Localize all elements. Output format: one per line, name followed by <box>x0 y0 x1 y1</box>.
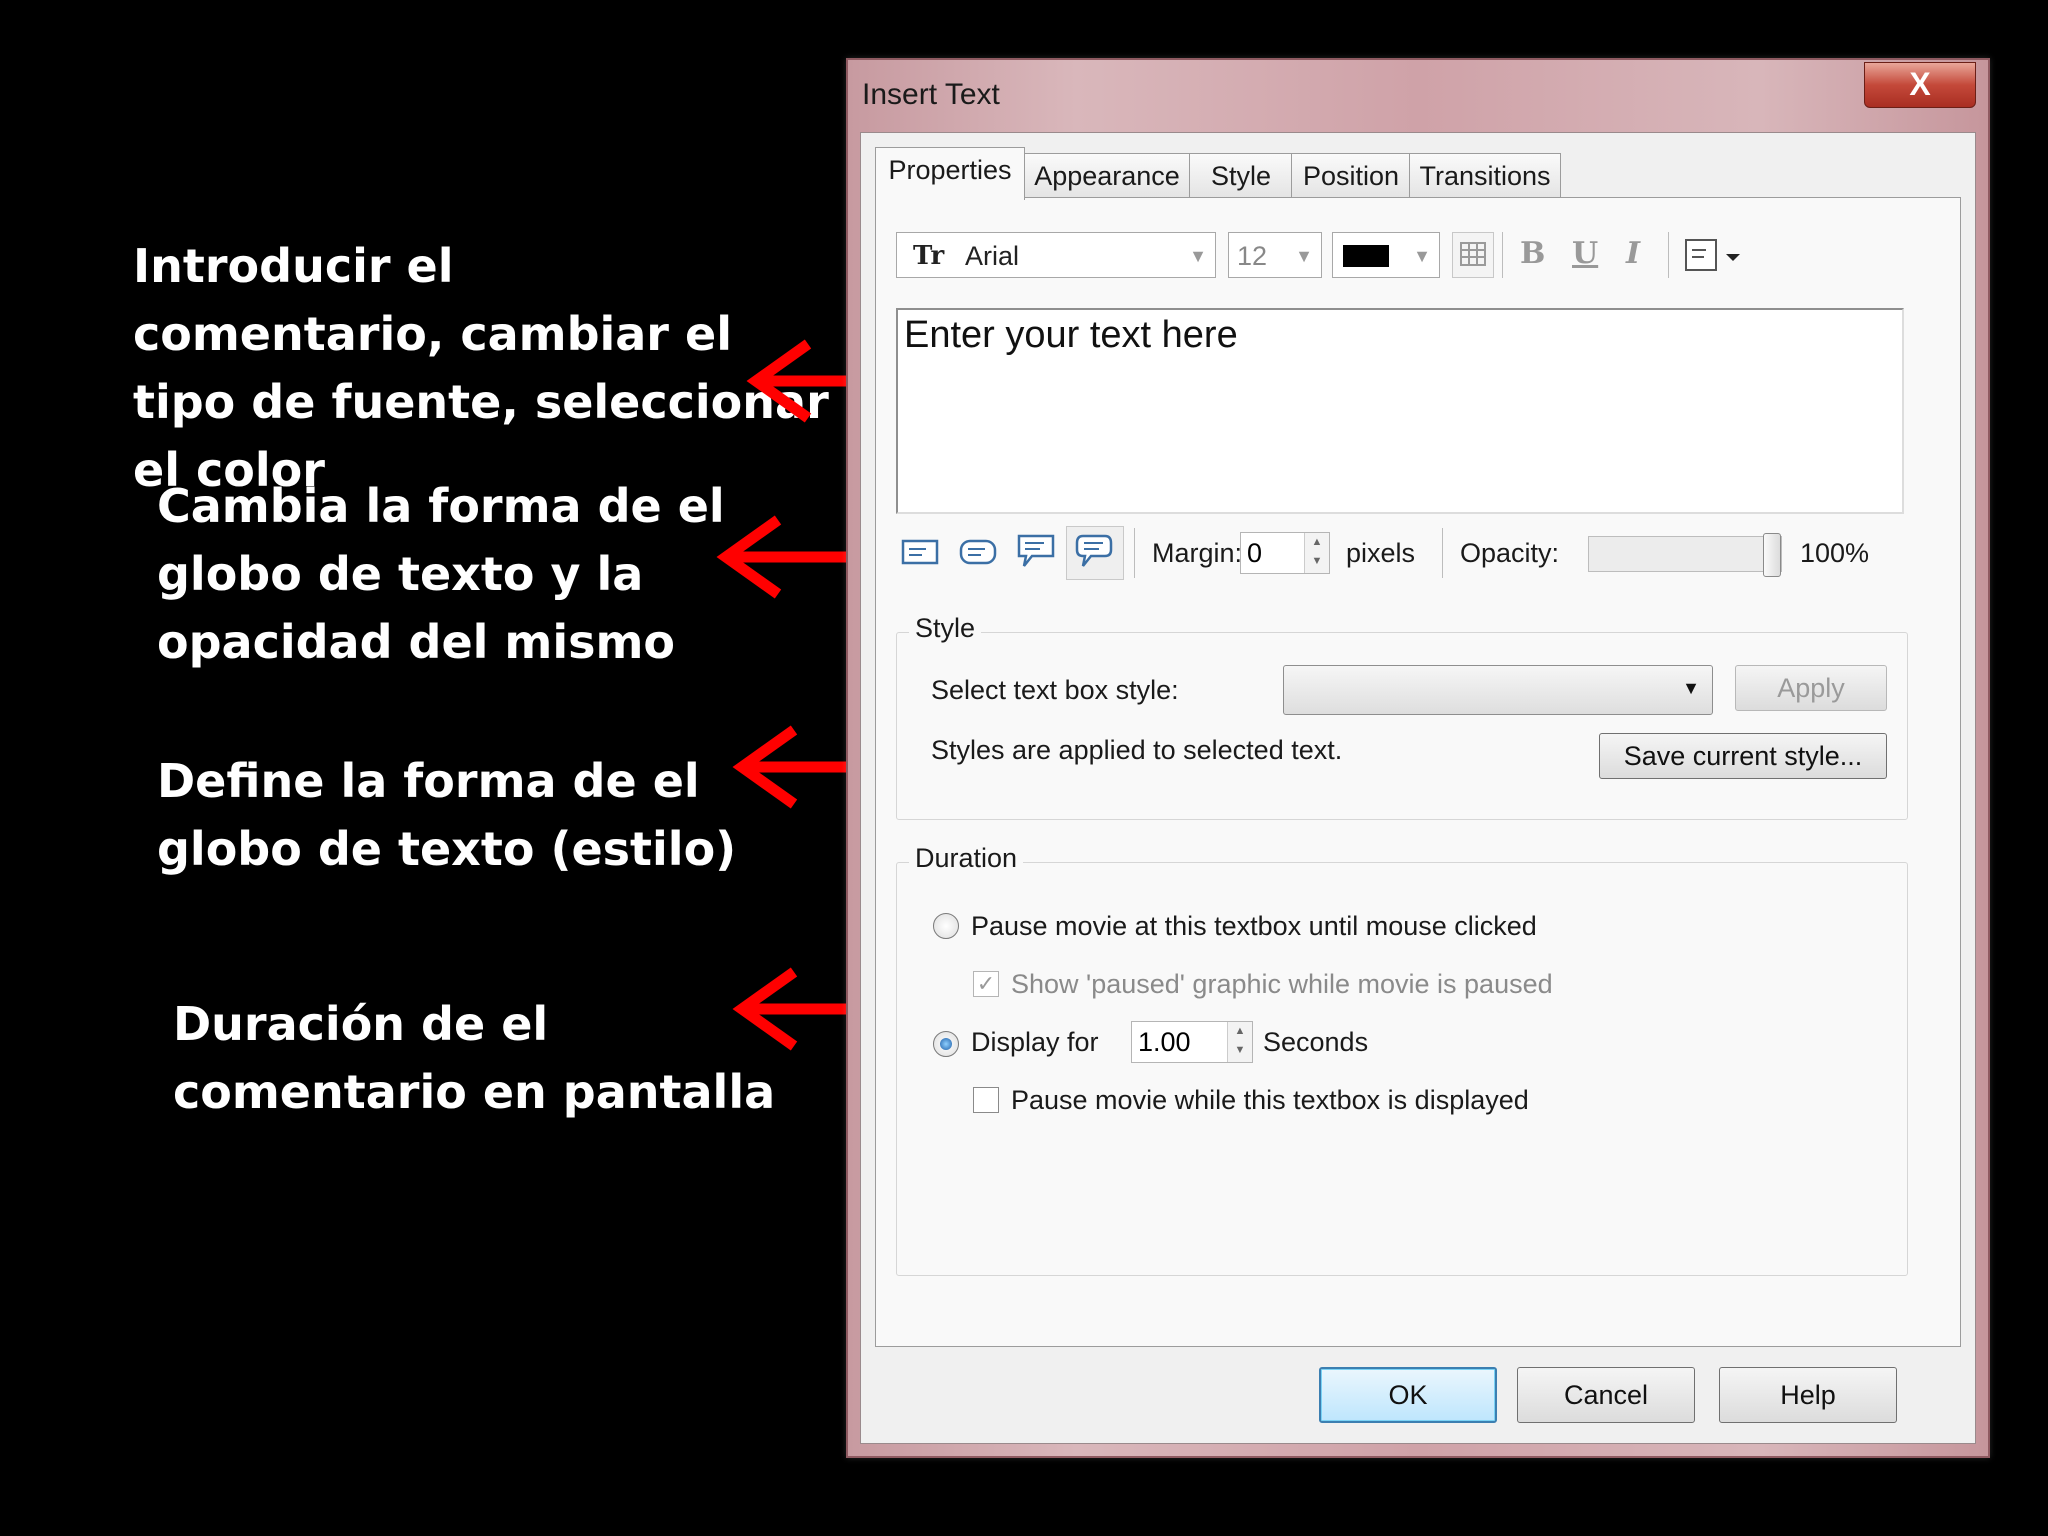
save-current-style-button[interactable]: Save current style... <box>1599 733 1887 779</box>
underline-icon[interactable]: U <box>1572 236 1598 271</box>
opacity-label: Opacity: <box>1460 538 1560 568</box>
text-box-style-select[interactable]: ▼ <box>1283 665 1713 715</box>
duration-group: Duration Pause movie at this textbox unt… <box>896 843 1908 1276</box>
color-swatch <box>1343 245 1389 267</box>
color-select[interactable]: ▼ <box>1332 232 1440 278</box>
pause-while-displayed-label: Pause movie while this textbox is displa… <box>1011 1085 1529 1115</box>
text-input-area[interactable]: Enter your text here <box>896 308 1904 514</box>
close-button[interactable]: X <box>1864 62 1976 108</box>
display-seconds-value: 1.00 <box>1138 1027 1191 1057</box>
dialog-client: Properties Appearance Style Position Tra… <box>860 132 1976 1444</box>
italic-icon[interactable]: I <box>1626 236 1640 271</box>
tab-properties[interactable]: Properties <box>875 147 1025 200</box>
ok-button[interactable]: OK <box>1319 1367 1497 1423</box>
rectangle-callout-icon[interactable] <box>900 536 940 570</box>
margin-value: 0 <box>1247 538 1263 568</box>
chevron-down-icon: ▼ <box>1413 246 1431 266</box>
font-select[interactable]: Tr Arial ▼ <box>896 232 1216 278</box>
pause-until-click-radio[interactable] <box>933 913 959 939</box>
font-name: Arial <box>965 241 1020 271</box>
opacity-slider[interactable] <box>1588 533 1782 577</box>
toolbar-divider <box>1668 232 1669 278</box>
rounded-speech-callout-icon[interactable] <box>1074 532 1114 572</box>
properties-panel: Tr Arial ▼ 12 ▼ ▼ B U I Enter your text … <box>875 197 1961 1347</box>
chevron-down-icon: ▼ <box>1189 246 1207 266</box>
style-note: Styles are applied to selected text. <box>931 735 1343 765</box>
spin-arrows-icon[interactable]: ▲ ▼ <box>1304 533 1329 573</box>
font-size-select[interactable]: 12 ▼ <box>1228 232 1322 278</box>
shape-divider <box>1442 528 1443 578</box>
opacity-value: 100% <box>1800 538 1870 568</box>
style-group-title: Style <box>909 613 982 644</box>
display-for-label: Display for <box>971 1027 1099 1057</box>
tab-position[interactable]: Position <box>1291 153 1411 198</box>
apply-button[interactable]: Apply <box>1735 665 1887 711</box>
show-paused-label: Show 'paused' graphic while movie is pau… <box>1011 969 1553 999</box>
dialog-title: Insert Text <box>862 78 1000 111</box>
style-group: Style Select text box style: ▼ Apply Sty… <box>896 613 1908 820</box>
annotation-style: Define la forma de el globo de texto (es… <box>157 754 737 876</box>
margin-stepper[interactable]: 0 ▲ ▼ <box>1240 532 1330 574</box>
help-button[interactable]: Help <box>1719 1367 1897 1423</box>
tab-transitions[interactable]: Transitions <box>1409 153 1561 198</box>
annotation-bubble-shape: Cambia la forma de el globo de texto y l… <box>157 479 725 669</box>
speech-callout-icon[interactable] <box>1016 532 1056 572</box>
select-style-label: Select text box style: <box>931 675 1179 705</box>
pause-until-click-label: Pause movie at this textbox until mouse … <box>971 911 1537 941</box>
show-paused-checkbox[interactable]: ✓ <box>973 971 999 997</box>
pause-while-displayed-checkbox[interactable] <box>973 1087 999 1113</box>
annotation-duration: Duración de el comentario en pantalla <box>173 997 776 1119</box>
font-icon: Tr <box>913 241 945 271</box>
toolbar-divider <box>1502 232 1503 278</box>
insert-text-dialog: Insert Text X Properties Appearance Styl… <box>846 58 1990 1458</box>
rounded-callout-icon[interactable] <box>958 536 998 570</box>
spin-arrows-icon[interactable]: ▲ ▼ <box>1227 1022 1252 1062</box>
seconds-label: Seconds <box>1263 1027 1369 1057</box>
title-bar[interactable]: Insert Text X <box>848 60 1988 130</box>
text-align-icon[interactable] <box>1684 238 1748 274</box>
cancel-button[interactable]: Cancel <box>1517 1367 1695 1423</box>
tab-style[interactable]: Style <box>1189 153 1293 198</box>
shape-divider <box>1134 528 1135 578</box>
tab-appearance[interactable]: Appearance <box>1023 153 1191 198</box>
font-size-value: 12 <box>1237 241 1268 271</box>
opacity-slider-thumb[interactable] <box>1763 533 1781 577</box>
chevron-down-icon: ▼ <box>1682 678 1700 698</box>
chevron-down-icon: ▼ <box>1295 246 1313 266</box>
margin-label: Margin: <box>1152 538 1243 568</box>
display-for-radio[interactable] <box>933 1031 959 1057</box>
duration-group-title: Duration <box>909 843 1024 874</box>
bold-icon[interactable]: B <box>1520 236 1545 271</box>
display-seconds-stepper[interactable]: 1.00 ▲ ▼ <box>1131 1021 1253 1063</box>
margin-unit: pixels <box>1346 538 1416 568</box>
table-icon[interactable] <box>1452 232 1494 278</box>
annotation-text-input: Introducir el comentario, cambiar el tip… <box>133 239 829 497</box>
